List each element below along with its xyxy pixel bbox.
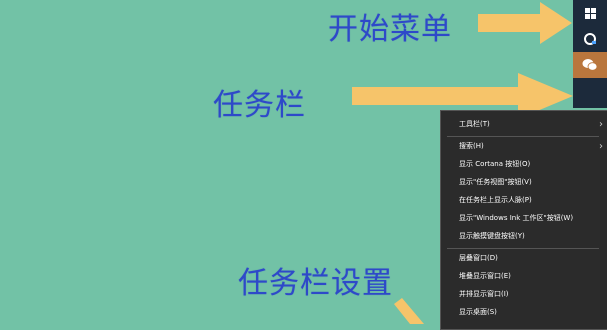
menu-item-show-people[interactable]: 在任务栏上显示人脉(P): [441, 192, 607, 209]
menu-separator: [447, 136, 599, 137]
start-button[interactable]: [573, 0, 607, 26]
menu-item-show-touch-keyboard[interactable]: 显示触摸键盘按钮(Y): [441, 228, 607, 245]
menu-item-label: 显示"任务视图"按钮(V): [459, 178, 532, 186]
arrow-to-taskbar-settings-icon: [394, 298, 424, 324]
menu-item-side-by-side-windows[interactable]: 并排显示窗口(I): [441, 286, 607, 303]
chevron-right-icon: ›: [599, 119, 603, 130]
menu-item-label: 搜索(H): [459, 142, 484, 150]
menu-item-label: 工具栏(T): [459, 120, 490, 128]
windows-start-icon: [584, 7, 596, 19]
menu-item-cascade-windows[interactable]: 层叠窗口(D): [441, 250, 607, 267]
menu-item-label: 并排显示窗口(I): [459, 290, 509, 298]
taskbar-context-menu: 工具栏(T) › 搜索(H) › 显示 Cortana 按钮(O) 显示"任务视…: [440, 110, 607, 330]
annotation-taskbar-settings: 任务栏设置: [238, 266, 393, 301]
arrow-to-start-menu-icon: [478, 2, 572, 44]
menu-item-stack-windows[interactable]: 堆叠显示窗口(E): [441, 268, 607, 285]
menu-item-show-windows-ink[interactable]: 显示"Windows Ink 工作区"按钮(W): [441, 210, 607, 227]
taskbar: [573, 0, 607, 108]
wechat-button[interactable]: [573, 52, 607, 78]
menu-separator: [447, 248, 599, 249]
menu-item-search[interactable]: 搜索(H) ›: [441, 138, 607, 155]
menu-item-show-task-view[interactable]: 显示"任务视图"按钮(V): [441, 174, 607, 191]
annotation-start-menu: 开始菜单: [328, 12, 452, 47]
menu-item-label: 显示桌面(S): [459, 308, 497, 316]
menu-item-label: 显示"Windows Ink 工作区"按钮(W): [459, 214, 574, 222]
annotation-taskbar: 任务栏: [213, 88, 306, 123]
menu-item-label: 显示触摸键盘按钮(Y): [459, 232, 525, 240]
menu-item-show-desktop[interactable]: 显示桌面(S): [441, 304, 607, 321]
menu-item-label: 层叠窗口(D): [459, 254, 498, 262]
cortana-icon: [584, 33, 596, 45]
menu-item-label: 在任务栏上显示人脉(P): [459, 196, 532, 204]
wechat-icon: [582, 59, 598, 71]
menu-item-label: 堆叠显示窗口(E): [459, 272, 511, 280]
menu-item-label: 显示 Cortana 按钮(O): [459, 160, 531, 168]
cortana-button[interactable]: [573, 26, 607, 52]
menu-item-show-cortana[interactable]: 显示 Cortana 按钮(O): [441, 156, 607, 173]
menu-item-toolbars[interactable]: 工具栏(T) ›: [441, 116, 607, 133]
chevron-right-icon: ›: [599, 141, 603, 152]
